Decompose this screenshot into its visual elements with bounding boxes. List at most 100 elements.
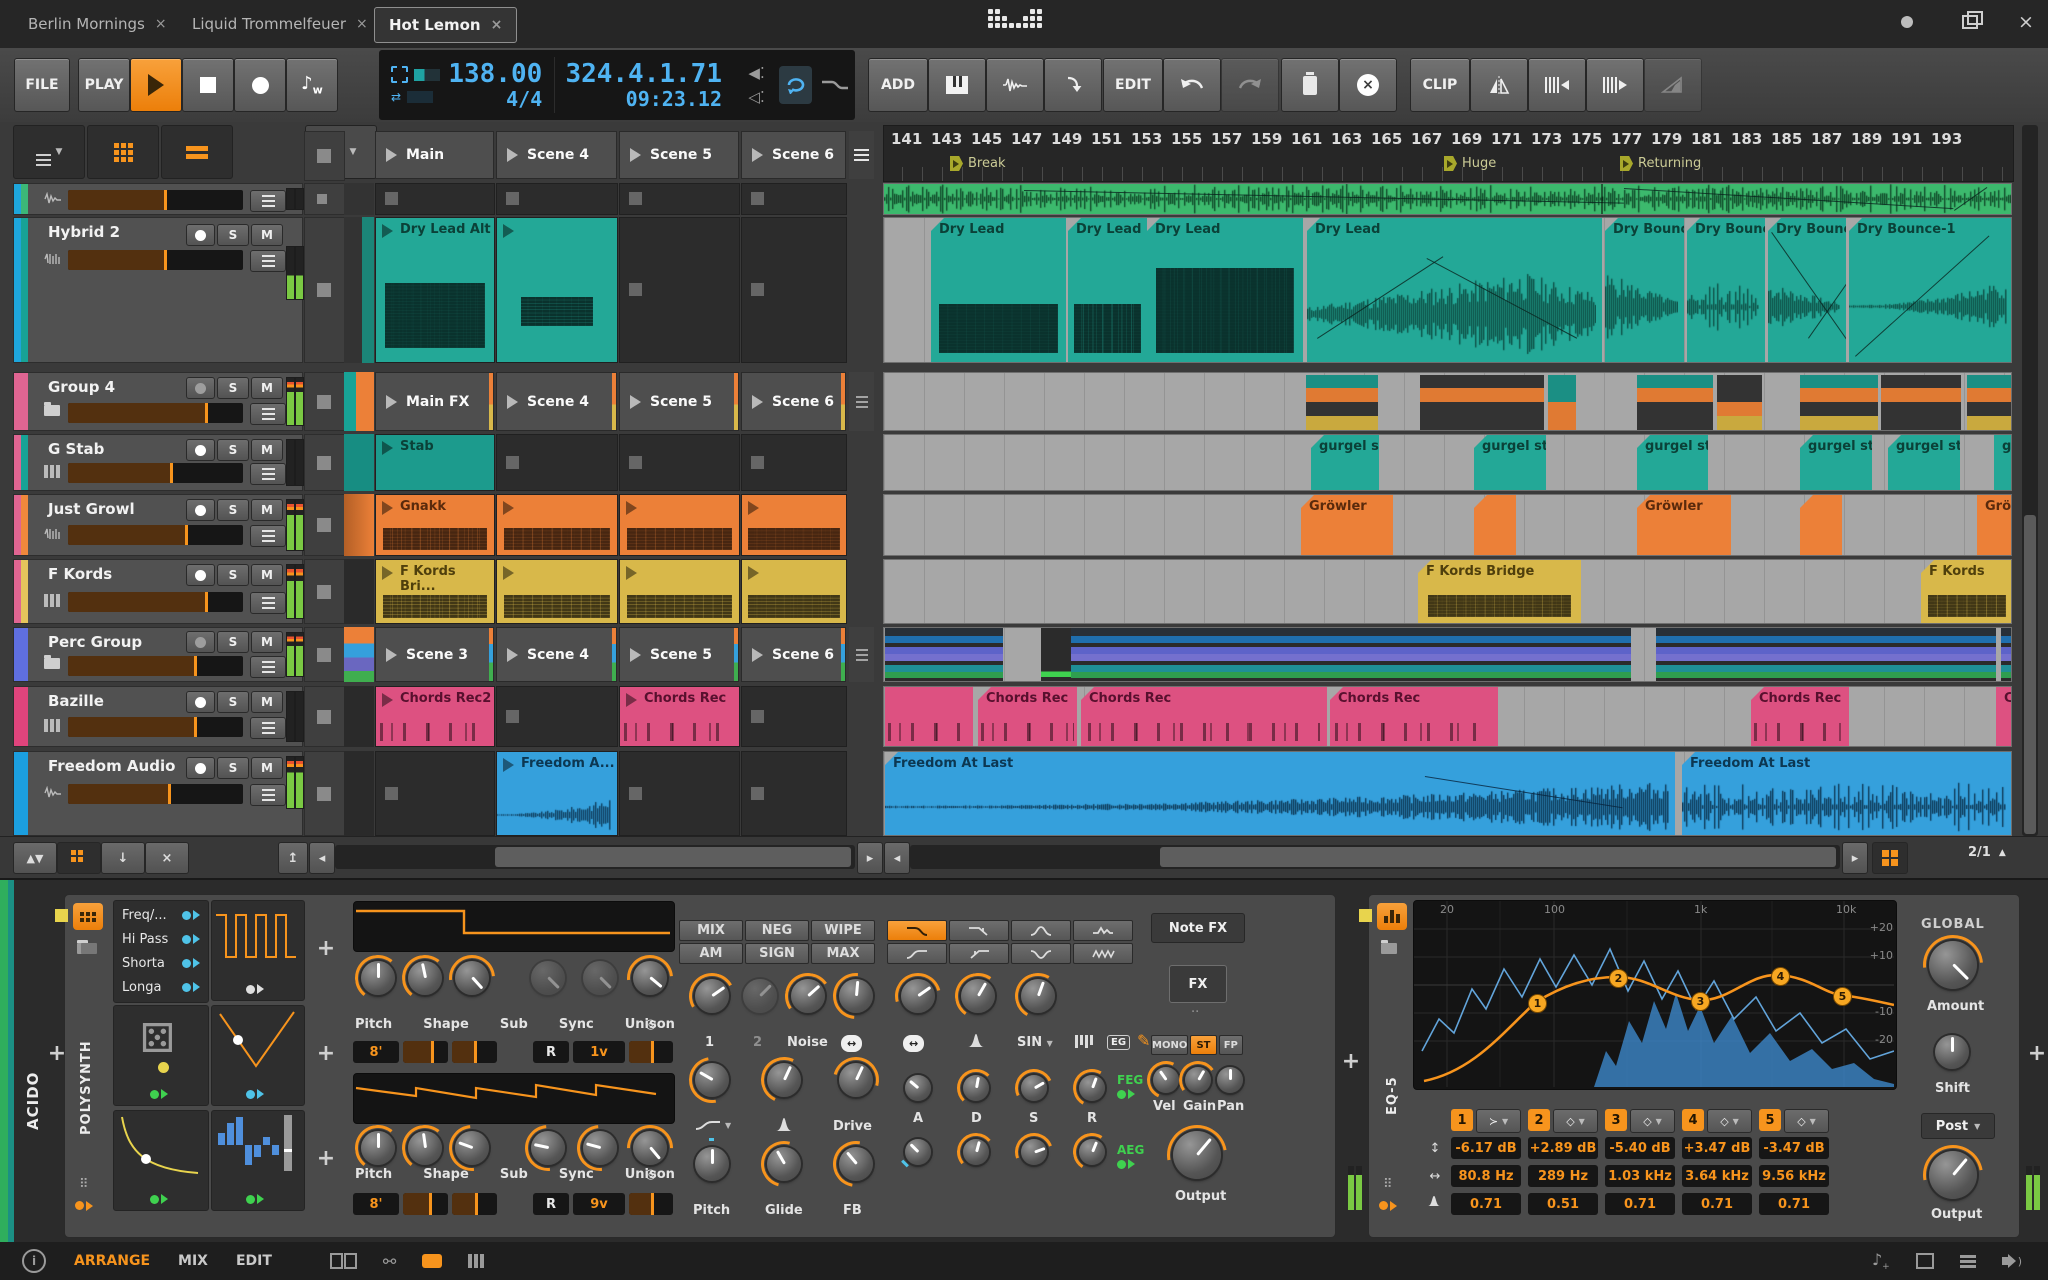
vel-knob[interactable] bbox=[1153, 1067, 1179, 1093]
track-menu-button[interactable] bbox=[250, 190, 286, 212]
clip-slot[interactable] bbox=[496, 183, 618, 215]
osc2-voices-value[interactable]: 9v bbox=[573, 1193, 625, 1215]
track-menu-button[interactable] bbox=[250, 403, 286, 425]
aeg-attack-knob[interactable] bbox=[905, 1139, 931, 1165]
info-icon[interactable]: i bbox=[22, 1249, 46, 1273]
launcher-clip[interactable] bbox=[619, 494, 740, 556]
mute-button[interactable]: M bbox=[251, 691, 283, 713]
close-window-icon[interactable]: × bbox=[2012, 10, 2040, 34]
launcher-clip[interactable]: Gnakk bbox=[375, 494, 495, 556]
launcher-clip[interactable]: Chords Rec bbox=[619, 686, 740, 747]
zoom-page-indicator[interactable]: 2/1▲ bbox=[1968, 845, 2006, 860]
clip-slot[interactable] bbox=[375, 183, 495, 215]
band-gain-value[interactable]: +2.89 dB bbox=[1528, 1137, 1598, 1159]
solo-button[interactable]: S bbox=[217, 439, 249, 461]
record-arm-button[interactable] bbox=[186, 691, 215, 713]
project-tab[interactable]: Liquid Trommelfeuer × bbox=[178, 7, 382, 41]
filter-type-knob[interactable] bbox=[695, 1063, 729, 1097]
preset-folder-icon[interactable] bbox=[1381, 943, 1397, 958]
filter-res-knob[interactable] bbox=[961, 979, 995, 1013]
row-menu-button[interactable] bbox=[849, 627, 874, 682]
band-freq-value[interactable]: 80.8 Hz bbox=[1451, 1165, 1521, 1187]
band-shape-dropdown[interactable]: ◇▼ bbox=[1707, 1109, 1752, 1133]
dual-display-icon[interactable] bbox=[330, 1253, 357, 1269]
add-modulator-button[interactable]: + bbox=[313, 1145, 339, 1171]
track-header[interactable]: Hybrid 2 S M bbox=[13, 217, 303, 363]
arranger-lane[interactable]: gurgel stal gurgel stal gurgel stal gurg… bbox=[883, 434, 2012, 491]
device-polysynth[interactable]: POLYSYNTH ⠿ Freq/...Hi PassShortaLonga ⚄ bbox=[64, 894, 1336, 1238]
band-freq-value[interactable]: 3.64 kHz bbox=[1682, 1165, 1752, 1187]
glide-knob[interactable] bbox=[767, 1147, 801, 1181]
arranger-clip[interactable]: Chords Rec bbox=[978, 687, 1077, 746]
device-chain-name[interactable]: ACIDO bbox=[24, 990, 42, 1130]
modulator-slot[interactable]: Longa bbox=[114, 975, 208, 999]
group-clip[interactable] bbox=[2001, 628, 2012, 681]
clip-slot[interactable] bbox=[619, 434, 740, 491]
fp-button[interactable]: FP bbox=[1219, 1035, 1243, 1055]
filter-lowpass4-icon[interactable] bbox=[949, 920, 1009, 941]
track-menu-button[interactable] bbox=[250, 463, 286, 485]
osc2-mix-knob[interactable] bbox=[743, 979, 777, 1013]
group-clip[interactable] bbox=[1071, 628, 1631, 681]
band-freq-value[interactable]: 1.03 kHz bbox=[1605, 1165, 1675, 1187]
band-gain-value[interactable]: -3.47 dB bbox=[1759, 1137, 1829, 1159]
osc1-retrig-button[interactable]: R bbox=[533, 1041, 569, 1063]
gain-knob[interactable] bbox=[1185, 1067, 1211, 1093]
osc2-wave-display[interactable] bbox=[353, 1073, 675, 1124]
close-icon[interactable]: × bbox=[155, 16, 167, 32]
arranger-clip[interactable]: Dry Bounce bbox=[1687, 218, 1765, 362]
record-arm-button[interactable] bbox=[186, 224, 215, 246]
track-header[interactable]: Group 4 S M bbox=[13, 372, 303, 431]
audio-engine-icon[interactable]: ) bbox=[2002, 1254, 2022, 1268]
arranger-clip[interactable]: Chords Rec bbox=[1996, 687, 2012, 746]
arranger-clip[interactable]: Dry Bounce-1 bbox=[1849, 218, 2012, 362]
filter-curve-icon[interactable] bbox=[695, 1119, 721, 1132]
arranger-cue-marker[interactable]: Break bbox=[950, 156, 1005, 171]
arranger-clip[interactable]: Dry Bounce bbox=[1768, 218, 1846, 362]
stereo-button[interactable]: ST bbox=[1190, 1035, 1216, 1055]
track-header[interactable]: G Stab S M bbox=[13, 434, 303, 491]
resonance-knob[interactable] bbox=[767, 1063, 801, 1097]
fade-button[interactable] bbox=[1644, 58, 1702, 112]
osc-mix-mode-grid[interactable]: MIXNEGWIPEAMSIGNMAX bbox=[679, 920, 875, 964]
io-panel-icon[interactable] bbox=[1960, 1255, 1976, 1268]
add-device-button[interactable]: + bbox=[1338, 1048, 1364, 1074]
comb-icon[interactable] bbox=[1075, 1035, 1093, 1048]
eq-band-handle[interactable]: 2 bbox=[1609, 969, 1628, 988]
clip-launcher-toggle-button[interactable] bbox=[87, 125, 159, 179]
env-pitch-knob[interactable] bbox=[695, 1147, 729, 1181]
band-q-value[interactable]: 0.51 bbox=[1528, 1193, 1598, 1215]
band-number-button[interactable]: 2 bbox=[1528, 1109, 1550, 1131]
aeg-release-knob[interactable] bbox=[1079, 1139, 1105, 1165]
arranger-clip[interactable] bbox=[885, 687, 973, 746]
delete-button[interactable] bbox=[1281, 58, 1339, 112]
arranger-clip[interactable]: gurgel stal bbox=[1311, 435, 1379, 490]
modulator-random[interactable]: ⚄ bbox=[113, 1005, 209, 1106]
arranger-lane[interactable] bbox=[883, 183, 2012, 215]
launcher-scroll-right[interactable]: ▸ bbox=[857, 842, 883, 874]
mute-button[interactable]: M bbox=[251, 564, 283, 586]
fx-chain-box[interactable]: FX bbox=[1169, 965, 1227, 1003]
track-header[interactable]: F Kords S M bbox=[13, 559, 303, 624]
track-menu-button[interactable] bbox=[250, 250, 286, 272]
mix-layout-button[interactable]: MIX bbox=[178, 1253, 208, 1269]
record-arm-button[interactable] bbox=[186, 377, 215, 399]
modulator-slot[interactable]: Shorta bbox=[114, 951, 208, 975]
arranger-scroll-right[interactable]: ▸ bbox=[1842, 842, 1868, 874]
band-freq-value[interactable]: 9.56 kHz bbox=[1759, 1165, 1829, 1187]
fb-knob[interactable] bbox=[839, 1147, 873, 1181]
cutoff-knob[interactable] bbox=[901, 979, 935, 1013]
launcher-scrollbar[interactable] bbox=[335, 845, 855, 869]
osc2-unison-knob[interactable] bbox=[583, 1131, 617, 1165]
mod-route-icon[interactable] bbox=[150, 1194, 168, 1204]
pan-knob[interactable] bbox=[1217, 1067, 1243, 1093]
volume-fader[interactable] bbox=[68, 190, 243, 210]
stop-clip-button[interactable] bbox=[304, 183, 345, 215]
arranger-clip[interactable]: gurgel stal bbox=[1994, 435, 2012, 490]
device-icon[interactable] bbox=[73, 903, 103, 930]
clip-slot[interactable] bbox=[619, 751, 740, 836]
mod-route-icon[interactable] bbox=[246, 984, 264, 994]
clip-slot[interactable] bbox=[619, 183, 740, 215]
stop-clip-button[interactable] bbox=[304, 686, 345, 747]
mod-route-icon[interactable] bbox=[1117, 1159, 1135, 1169]
